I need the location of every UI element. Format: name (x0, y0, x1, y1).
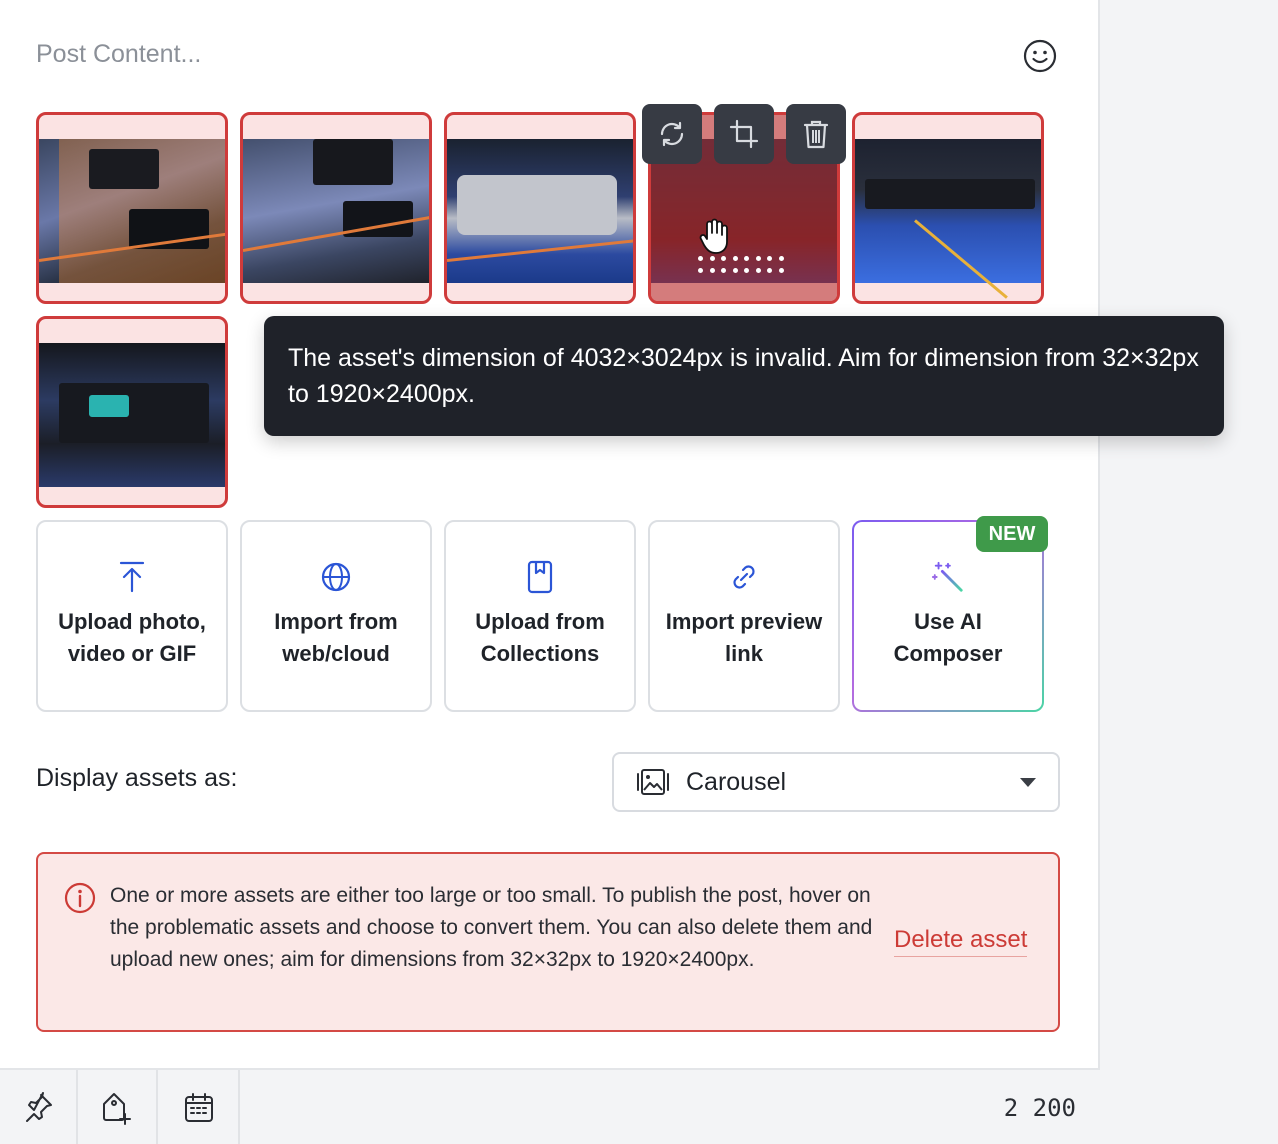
calendar-icon (185, 1093, 213, 1122)
alert-message: One or more assets are either too large … (110, 884, 873, 971)
trash-icon (803, 120, 829, 149)
info-icon (64, 882, 96, 914)
upload-arrow-icon (119, 561, 145, 593)
dimension-error-tooltip: The asset's dimension of 4032×3024px is … (264, 316, 1224, 436)
composer-footer: 2 200 (0, 1068, 1100, 1144)
asset-image (243, 139, 429, 283)
action-label: Upload from Collections (475, 609, 605, 666)
new-badge: NEW (976, 516, 1048, 552)
display-assets-label: Display assets as: (36, 764, 238, 792)
asset-thumbnail-5[interactable] (852, 112, 1044, 304)
magic-wand-icon (931, 561, 963, 592)
emoji-button[interactable] (1020, 36, 1060, 76)
action-label: Import preview link (665, 609, 823, 666)
tag-add-icon (103, 1093, 131, 1125)
tooltip-text: The asset's dimension of 4032×3024px is … (288, 344, 1199, 408)
import-web-cloud-button[interactable]: Import from web/cloud (240, 520, 432, 712)
chevron-down-icon (1020, 778, 1036, 787)
upload-photo-button[interactable]: Upload photo, video or GIF (36, 520, 228, 712)
smiley-icon (1023, 39, 1057, 73)
action-label: Use AI Composer (893, 609, 1003, 666)
action-label: Upload photo, video or GIF (58, 609, 206, 666)
character-count: 2 200 (1003, 1094, 1076, 1122)
drag-handle[interactable] (698, 256, 790, 276)
carousel-icon (637, 769, 669, 795)
schedule-button[interactable] (160, 1070, 240, 1144)
asset-image (39, 343, 225, 487)
refresh-icon (660, 121, 684, 147)
asset-error-alert: One or more assets are either too large … (36, 852, 1060, 1032)
link-icon (733, 565, 755, 589)
asset-image (39, 139, 225, 283)
pin-button[interactable] (0, 1070, 78, 1144)
selected-display-mode: Carousel (686, 767, 787, 796)
post-composer-panel: Upload photo, video or GIF Import from w… (0, 0, 1100, 1144)
asset-image (855, 139, 1041, 299)
asset-thumbnail-3[interactable] (444, 112, 636, 304)
asset-toolbar (642, 104, 848, 164)
asset-image (447, 139, 633, 283)
globe-icon (321, 562, 351, 592)
delete-image-button[interactable] (786, 104, 846, 164)
crop-button[interactable] (714, 104, 774, 164)
asset-thumbnail-2[interactable] (240, 112, 432, 304)
grab-cursor-icon (699, 218, 728, 254)
bookmark-icon (527, 560, 553, 594)
import-preview-link-button[interactable]: Import preview link (648, 520, 840, 712)
post-content-input[interactable] (36, 36, 936, 72)
convert-button[interactable] (642, 104, 702, 164)
pin-icon (26, 1092, 52, 1122)
crop-icon (729, 119, 759, 149)
asset-thumbnail-6[interactable] (36, 316, 228, 508)
add-tag-button[interactable] (78, 1070, 158, 1144)
asset-thumbnail-1[interactable] (36, 112, 228, 304)
upload-collections-button[interactable]: Upload from Collections (444, 520, 636, 712)
action-label: Import from web/cloud (274, 609, 398, 666)
display-mode-select[interactable]: Carousel (612, 752, 1060, 812)
delete-asset-link[interactable]: Delete asset (894, 926, 1028, 957)
